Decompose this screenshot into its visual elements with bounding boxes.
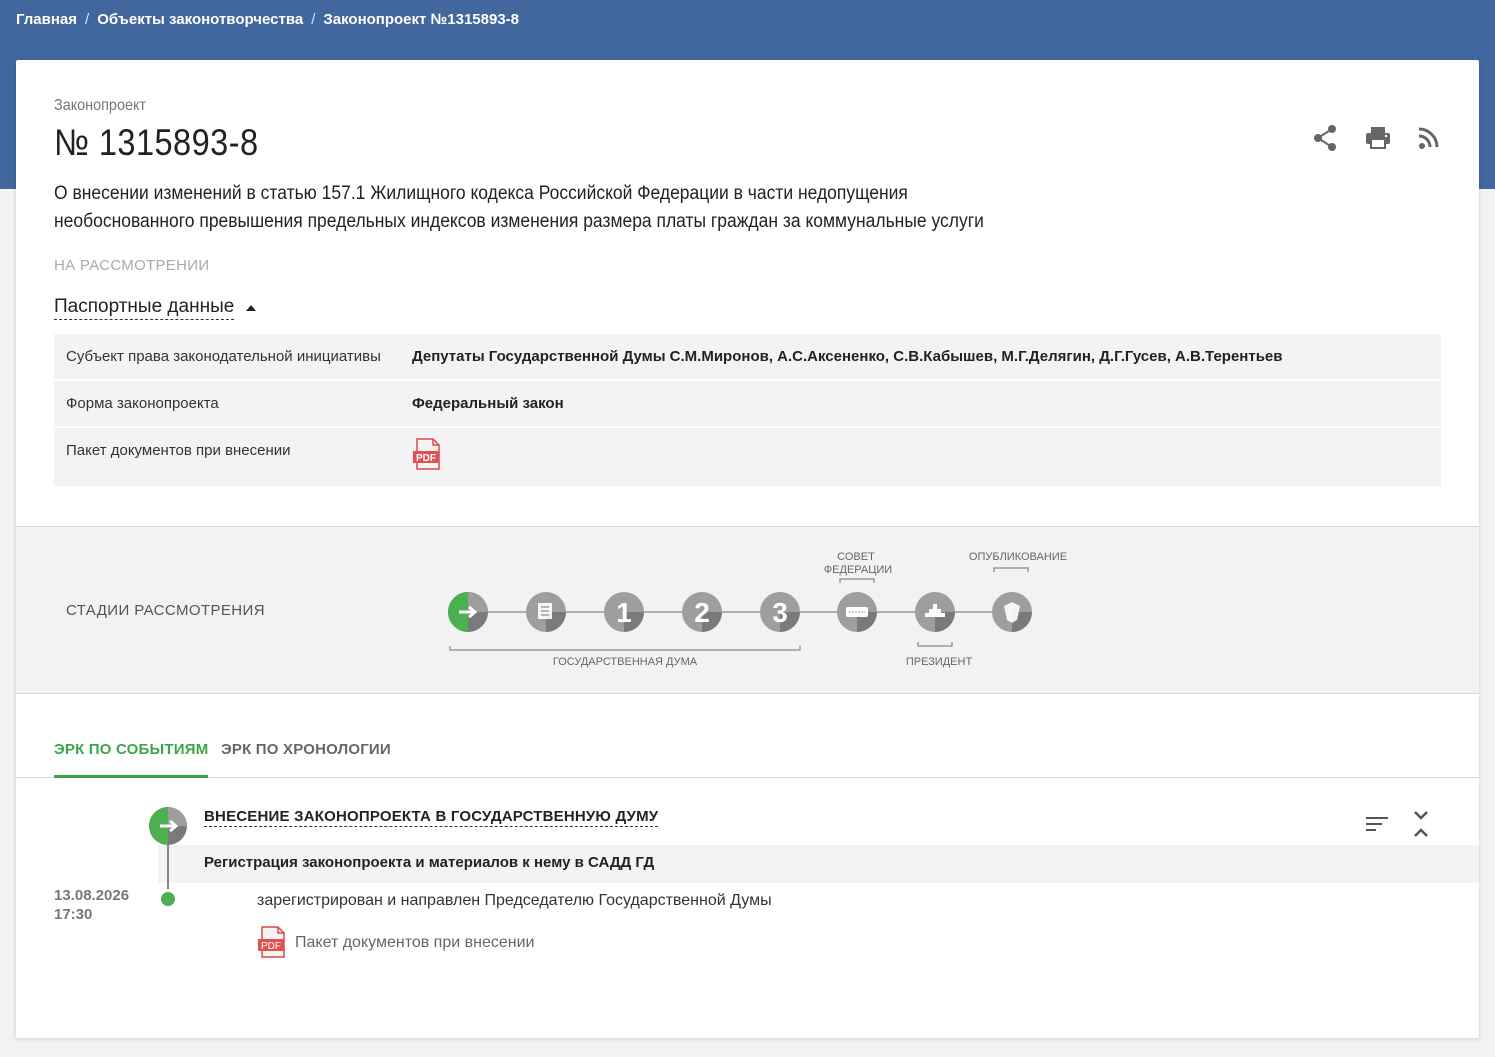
- passport-key: Пакет документов при внесении: [66, 442, 291, 459]
- breadcrumb-objects[interactable]: Объекты законотворчества: [97, 11, 303, 28]
- bill-description: О внесении изменений в статью 157.1 Жили…: [54, 183, 984, 232]
- tab-chronology[interactable]: ЭРК ПО ХРОНОЛОГИИ: [221, 741, 391, 775]
- tab-bar: ЭРК ПО СОБЫТИЯМ ЭРК ПО ХРОНОЛОГИИ: [16, 725, 1479, 778]
- passport-key: Субъект права законодательной инициативы: [66, 348, 381, 365]
- pdf-icon-label: PDF: [261, 941, 281, 952]
- pdf-icon[interactable]: PDF: [412, 438, 444, 472]
- pdf-icon-label: PDF: [416, 453, 436, 464]
- event-date: 13.08.2026: [54, 887, 130, 904]
- passport-row: Форма законопроекта Федеральный закон: [54, 381, 1441, 428]
- passport-key: Форма законопроекта: [66, 395, 219, 412]
- passport-table: Субъект права законодательной инициативы…: [54, 334, 1441, 486]
- caret-up-icon: [246, 305, 257, 311]
- event-document-label: Пакет документов при внесении: [295, 934, 535, 951]
- breadcrumb: Главная / Объекты законотворчества / Зак…: [16, 11, 519, 28]
- event-title[interactable]: ВНЕСЕНИЕ ЗАКОНОПРОЕКТА В ГОСУДАРСТВЕННУЮ…: [204, 808, 659, 827]
- event-timeline: Регистрация законопроекта и материалов к…: [16, 778, 1479, 1038]
- breadcrumb-separator: /: [311, 11, 316, 28]
- passport-row: Пакет документов при внесении PDF: [54, 428, 1441, 486]
- pdf-icon: PDF: [257, 926, 289, 960]
- stages-panel: СТАДИИ РАССМОТРЕНИЯ 1 2 3 ГОСУДАРСТВЕННА…: [16, 526, 1479, 694]
- bill-kicker: Законопроект: [54, 97, 147, 114]
- passport-value: Депутаты Государственной Думы С.М.Мироно…: [412, 348, 1283, 365]
- stage-submission-icon[interactable]: [448, 592, 488, 632]
- passport-toggle[interactable]: Паспортные данные: [54, 296, 257, 320]
- stage-federation-council-icon[interactable]: [837, 592, 877, 632]
- sort-icon[interactable]: [1365, 814, 1389, 839]
- passport-row: Субъект права законодательной инициативы…: [54, 334, 1441, 381]
- breadcrumb-home[interactable]: Главная: [16, 11, 77, 28]
- event-subtitle: Регистрация законопроекта и материалов к…: [158, 845, 1479, 883]
- event-time: 17:30: [54, 906, 93, 923]
- share-icon[interactable]: [1313, 124, 1337, 152]
- stages-diagram: 1 2 3 ГОСУДАРСТВЕННАЯ ДУМА СОВЕТ ФЕДЕРАЦ…: [448, 551, 1067, 668]
- stage-president-icon[interactable]: [915, 592, 955, 632]
- stage-preparation-icon[interactable]: [526, 592, 566, 632]
- passport-value: Федеральный закон: [412, 395, 564, 412]
- bill-actions: [1313, 124, 1441, 152]
- stage-duma-label: ГОСУДАРСТВЕННАЯ ДУМА: [553, 656, 698, 668]
- event-stage-icon: [149, 807, 187, 845]
- stage-reading-2-icon[interactable]: 2: [682, 592, 722, 632]
- stage-sovfed-label-1: СОВЕТ: [837, 551, 875, 563]
- passport-toggle-label: Паспортные данные: [54, 296, 235, 320]
- stage-reading-3-icon[interactable]: 3: [760, 592, 800, 632]
- breadcrumb-current[interactable]: Законопроект №1315893-8: [323, 11, 519, 28]
- stage-reading-3-label: 3: [772, 597, 788, 628]
- print-icon[interactable]: [1365, 124, 1390, 152]
- passport-value: PDF: [400, 428, 1441, 486]
- event-datetime: 13.08.2026 17:30: [54, 886, 129, 924]
- tab-events[interactable]: ЭРК ПО СОБЫТИЯМ: [54, 741, 209, 778]
- status-badge: НА РАССМОТРЕНИИ: [54, 257, 210, 274]
- timeline-dot: [158, 889, 178, 909]
- bill-number: № 1315893-8: [54, 122, 259, 163]
- collapse-icon[interactable]: [1413, 810, 1429, 843]
- stage-president-label: ПРЕЗИДЕНТ: [906, 656, 973, 668]
- stage-publication-icon[interactable]: [992, 592, 1032, 632]
- stage-reading-2-label: 2: [694, 597, 710, 628]
- bill-card: Законопроект № 1315893-8 О внесении изме…: [16, 60, 1479, 1038]
- stage-reading-1-icon[interactable]: 1: [604, 592, 644, 632]
- breadcrumb-separator: /: [85, 11, 90, 28]
- stage-reading-1-label: 1: [616, 597, 632, 628]
- rss-icon[interactable]: [1417, 124, 1441, 152]
- event-tools: [1365, 810, 1429, 843]
- event-text: зарегистрирован и направлен Председателю…: [257, 892, 772, 909]
- event-document-link[interactable]: PDF Пакет документов при внесении: [257, 926, 534, 960]
- stage-publish-label: ОПУБЛИКОВАНИЕ: [969, 551, 1067, 563]
- stage-sovfed-label-2: ФЕДЕРАЦИИ: [824, 564, 892, 576]
